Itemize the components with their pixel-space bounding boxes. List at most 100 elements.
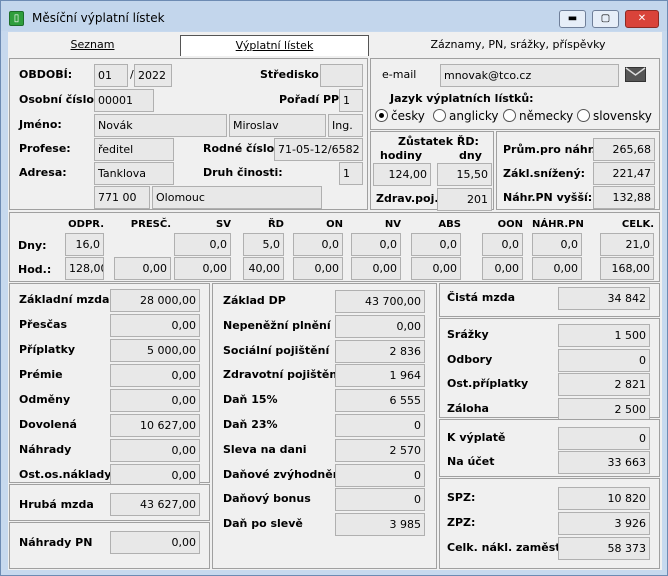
- rodne-cislo-field[interactable]: 71-05-12/6582: [274, 138, 363, 161]
- srazky-field-1[interactable]: 0: [558, 348, 650, 372]
- hod-field-8[interactable]: 0,00: [532, 257, 582, 280]
- vyplata-label-1: Na účet: [447, 455, 495, 468]
- tax-field-7[interactable]: 0: [335, 463, 425, 487]
- month-field[interactable]: 01: [94, 64, 128, 87]
- radio-slovensky-label[interactable]: slovensky: [593, 109, 652, 123]
- tab-seznam[interactable]: Seznam: [11, 35, 174, 56]
- envelope-icon[interactable]: [625, 67, 646, 82]
- hruba-mzda-field[interactable]: 43 627,00: [110, 493, 200, 516]
- srazky-field-3[interactable]: 2 500: [558, 398, 650, 422]
- hod-field-6[interactable]: 0,00: [411, 257, 461, 280]
- email-field[interactable]: mnovak@tco.cz: [440, 64, 619, 87]
- wage-label-7: Ost.os.náklady: [19, 468, 112, 481]
- vyplata-field-1[interactable]: 33 663: [558, 451, 650, 474]
- radio-anglicky-label[interactable]: anglicky: [449, 109, 498, 123]
- dny-field-6[interactable]: 0,0: [411, 233, 461, 256]
- wage-label-1: Přesčas: [19, 318, 67, 331]
- dny-field-8[interactable]: 0,0: [532, 233, 582, 256]
- radio-anglicky[interactable]: [433, 109, 446, 122]
- hruba-mzda-group: Hrubá mzda 43 627,00: [9, 484, 210, 521]
- ulice-field[interactable]: Tanklova: [94, 162, 174, 185]
- tax-field-9[interactable]: 3 985: [335, 513, 425, 537]
- srazky-label-1: Odbory: [447, 352, 493, 366]
- psc-field[interactable]: 771 00: [94, 186, 150, 209]
- mesto-field[interactable]: Olomouc: [152, 186, 322, 209]
- hours-header-8: NÁHR.PN: [532, 219, 584, 230]
- hod-field-0[interactable]: 128,00: [65, 257, 104, 280]
- zdrav-poj-field[interactable]: 201: [437, 188, 492, 211]
- titul-field[interactable]: Ing.: [328, 114, 363, 137]
- radio-cesky[interactable]: [375, 109, 388, 122]
- zakl-snizeny-field[interactable]: 221,47: [593, 162, 655, 185]
- tax-field-1[interactable]: 0,00: [335, 314, 425, 338]
- hod-field-5[interactable]: 0,00: [351, 257, 401, 280]
- druh-cinnosti-field[interactable]: 1: [339, 162, 363, 185]
- cista-mzda-field[interactable]: 34 842: [558, 287, 650, 310]
- wage-field-3[interactable]: 0,00: [110, 364, 200, 387]
- radio-slovensky[interactable]: [577, 109, 590, 122]
- minimize-button[interactable]: ▬: [559, 10, 586, 28]
- hod-field-3[interactable]: 40,00: [243, 257, 284, 280]
- hod-field-1[interactable]: 0,00: [114, 257, 171, 280]
- profese-field[interactable]: ředitel: [94, 138, 174, 161]
- cista-mzda-label: Čistá mzda: [447, 291, 516, 304]
- nahr-pn-vyssi-field[interactable]: 132,88: [593, 186, 655, 209]
- wage-field-6[interactable]: 0,00: [110, 439, 200, 462]
- osobni-cislo-field[interactable]: 00001: [94, 89, 154, 112]
- vyplata-field-0[interactable]: 0: [558, 427, 650, 450]
- wage-field-1[interactable]: 0,00: [110, 314, 200, 337]
- nahrady-pn-field[interactable]: 0,00: [110, 531, 200, 554]
- srazky-field-0[interactable]: 1 500: [558, 324, 650, 347]
- hours-header-4: ON: [326, 219, 343, 230]
- naklady-field-0[interactable]: 10 820: [558, 487, 650, 510]
- obdobi-label: OBDOBÍ:: [19, 68, 73, 81]
- tax-field-3[interactable]: 1 964: [335, 364, 425, 388]
- stredisko-field[interactable]: [320, 64, 363, 87]
- tax-field-6[interactable]: 2 570: [335, 438, 425, 462]
- tab-zaznamy[interactable]: Záznamy, PN, srážky, příspěvky: [377, 35, 659, 56]
- hod-field-4[interactable]: 0,00: [293, 257, 343, 280]
- hours-header-2: SV: [216, 219, 231, 230]
- jmeno-field[interactable]: Miroslav: [229, 114, 326, 137]
- dny-label: dny: [459, 149, 482, 162]
- naklady-field-1[interactable]: 3 926: [558, 512, 650, 535]
- wage-field-4[interactable]: 0,00: [110, 389, 200, 412]
- year-field[interactable]: 2022: [134, 64, 172, 87]
- hod-field-9[interactable]: 168,00: [600, 257, 654, 280]
- zustatek-hodiny-field[interactable]: 124,00: [373, 163, 431, 186]
- prumer-field[interactable]: 265,68: [593, 138, 655, 161]
- tax-field-2[interactable]: 2 836: [335, 339, 425, 363]
- dny-field-0[interactable]: 16,0: [65, 233, 104, 256]
- druh-cinnosti-label: Druh činosti:: [203, 166, 283, 179]
- dny-field-5[interactable]: 0,0: [351, 233, 401, 256]
- radio-nemecky[interactable]: [503, 109, 516, 122]
- hod-field-7[interactable]: 0,00: [482, 257, 523, 280]
- tax-field-8[interactable]: 0: [335, 488, 425, 512]
- tax-field-5[interactable]: 0: [335, 414, 425, 437]
- tab-vyplatni-listek[interactable]: Výplatní lístek: [180, 35, 369, 56]
- wage-field-2[interactable]: 5 000,00: [110, 339, 200, 362]
- poradi-field[interactable]: 1: [339, 89, 363, 112]
- hod-field-2[interactable]: 0,00: [174, 257, 231, 280]
- hours-header-3: ŘD: [267, 219, 284, 230]
- dny-field-3[interactable]: 5,0: [243, 233, 284, 256]
- zustatek-dny-field[interactable]: 15,50: [437, 163, 492, 186]
- dny-field-2[interactable]: 0,0: [174, 233, 231, 256]
- naklady-field-2[interactable]: 58 373: [558, 537, 650, 560]
- srazky-field-2[interactable]: 2 821: [558, 373, 650, 397]
- radio-nemecky-label[interactable]: německy: [519, 109, 573, 123]
- tax-field-4[interactable]: 6 555: [335, 389, 425, 413]
- radio-cesky-label[interactable]: česky: [391, 109, 425, 123]
- prijmeni-field[interactable]: Novák: [94, 114, 227, 137]
- wage-field-0[interactable]: 28 000,00: [110, 289, 200, 312]
- close-button[interactable]: ✕: [625, 10, 659, 28]
- dny-field-4[interactable]: 0,0: [293, 233, 343, 256]
- wage-field-5[interactable]: 10 627,00: [110, 414, 200, 437]
- vyplata-label-0: K výplatě: [447, 431, 506, 444]
- title-bar[interactable]: ▯ Měsíční výplatní lístek ▬ ▢ ✕: [1, 1, 667, 31]
- dny-field-9[interactable]: 21,0: [600, 233, 654, 256]
- tax-field-0[interactable]: 43 700,00: [335, 290, 425, 313]
- dny-field-7[interactable]: 0,0: [482, 233, 523, 256]
- tax-label-7: Daňové zvýhodnění: [223, 467, 345, 481]
- maximize-button[interactable]: ▢: [592, 10, 619, 28]
